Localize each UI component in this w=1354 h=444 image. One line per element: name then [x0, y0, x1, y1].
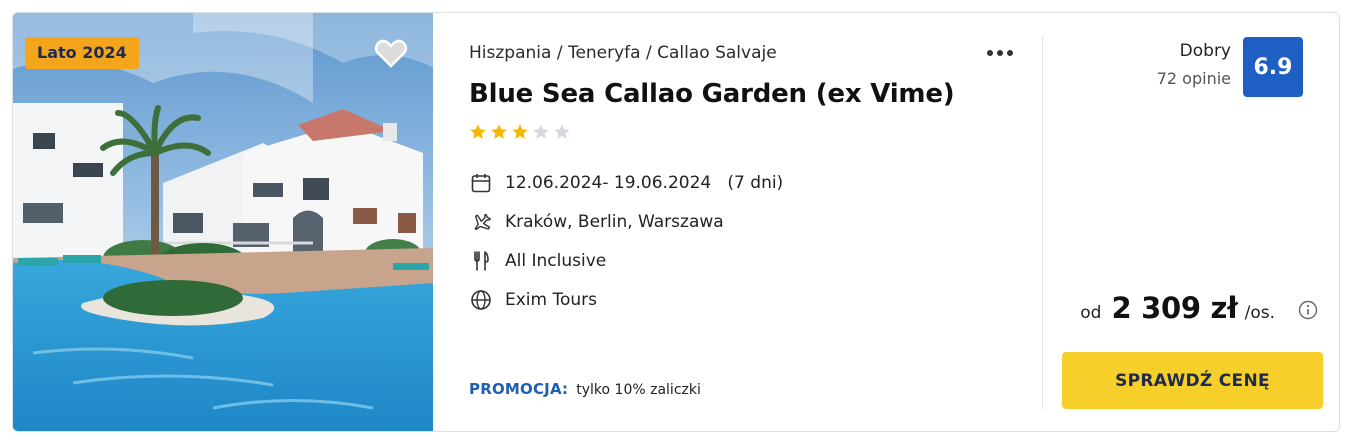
detail-board-text: All Inclusive — [505, 250, 607, 271]
detail-dates: 12.06.2024- 19.06.2024 (7 dni) — [469, 163, 783, 202]
season-badge: Lato 2024 — [25, 37, 139, 69]
cutlery-icon — [469, 249, 493, 273]
heart-icon — [374, 39, 408, 68]
detail-dates-text: 12.06.2024- 19.06.2024 (7 dni) — [505, 172, 784, 193]
promo-text: tylko 10% zaliczki — [576, 382, 701, 398]
detail-operator-text: Exim Tours — [505, 289, 598, 310]
promo: PROMOCJA: tylko 10% zaliczki — [469, 379, 701, 398]
hotel-photo-illustration — [13, 13, 433, 431]
info-icon[interactable] — [1297, 299, 1319, 321]
rating[interactable]: Dobry 72 opinie 6.9 — [1061, 37, 1321, 97]
star-empty-icon — [533, 124, 549, 139]
price-value: 2 309 zł — [1111, 291, 1238, 325]
price-prefix: od — [1080, 303, 1102, 323]
offer-details: 12.06.2024- 19.06.2024 (7 dni) Kraków, B… — [469, 163, 783, 319]
more-options-button[interactable] — [985, 41, 1019, 65]
hotel-stars — [469, 123, 571, 141]
rating-score-badge: 6.9 — [1243, 37, 1303, 97]
offer-info: Hiszpania / Teneryfa / Callao Salvaje Bl… — [469, 13, 1029, 431]
star-filled-icon — [512, 124, 528, 139]
plane-icon — [469, 210, 493, 234]
calendar-icon — [469, 171, 493, 195]
price: od 2 309 zł /os. — [1080, 291, 1319, 325]
more-dots-icon — [987, 50, 993, 56]
location-breadcrumb[interactable]: Hiszpania / Teneryfa / Callao Salvaje — [469, 43, 777, 63]
offer-card[interactable]: Lato 2024 Hiszpania / Teneryfa / Callao … — [12, 12, 1340, 432]
check-price-button[interactable]: SPRAWDŹ CENĘ — [1062, 352, 1323, 409]
promo-label: PROMOCJA: — [469, 380, 569, 398]
reviews-count[interactable]: 72 opinie — [1157, 69, 1231, 88]
globe-icon — [469, 288, 493, 312]
column-divider — [1042, 37, 1043, 409]
favorite-button[interactable] — [371, 33, 411, 73]
detail-operator: Exim Tours — [469, 280, 783, 319]
star-filled-icon — [491, 124, 507, 139]
hotel-name[interactable]: Blue Sea Callao Garden (ex Vime) — [469, 79, 955, 109]
star-empty-icon — [554, 124, 570, 139]
star-filled-icon — [470, 124, 486, 139]
rating-word: Dobry — [1179, 41, 1231, 61]
price-suffix: /os. — [1244, 303, 1275, 323]
detail-departure: Kraków, Berlin, Warszawa — [469, 202, 783, 241]
detail-board: All Inclusive — [469, 241, 783, 280]
hotel-photo[interactable]: Lato 2024 — [13, 13, 433, 431]
detail-departure-text: Kraków, Berlin, Warszawa — [505, 211, 724, 232]
